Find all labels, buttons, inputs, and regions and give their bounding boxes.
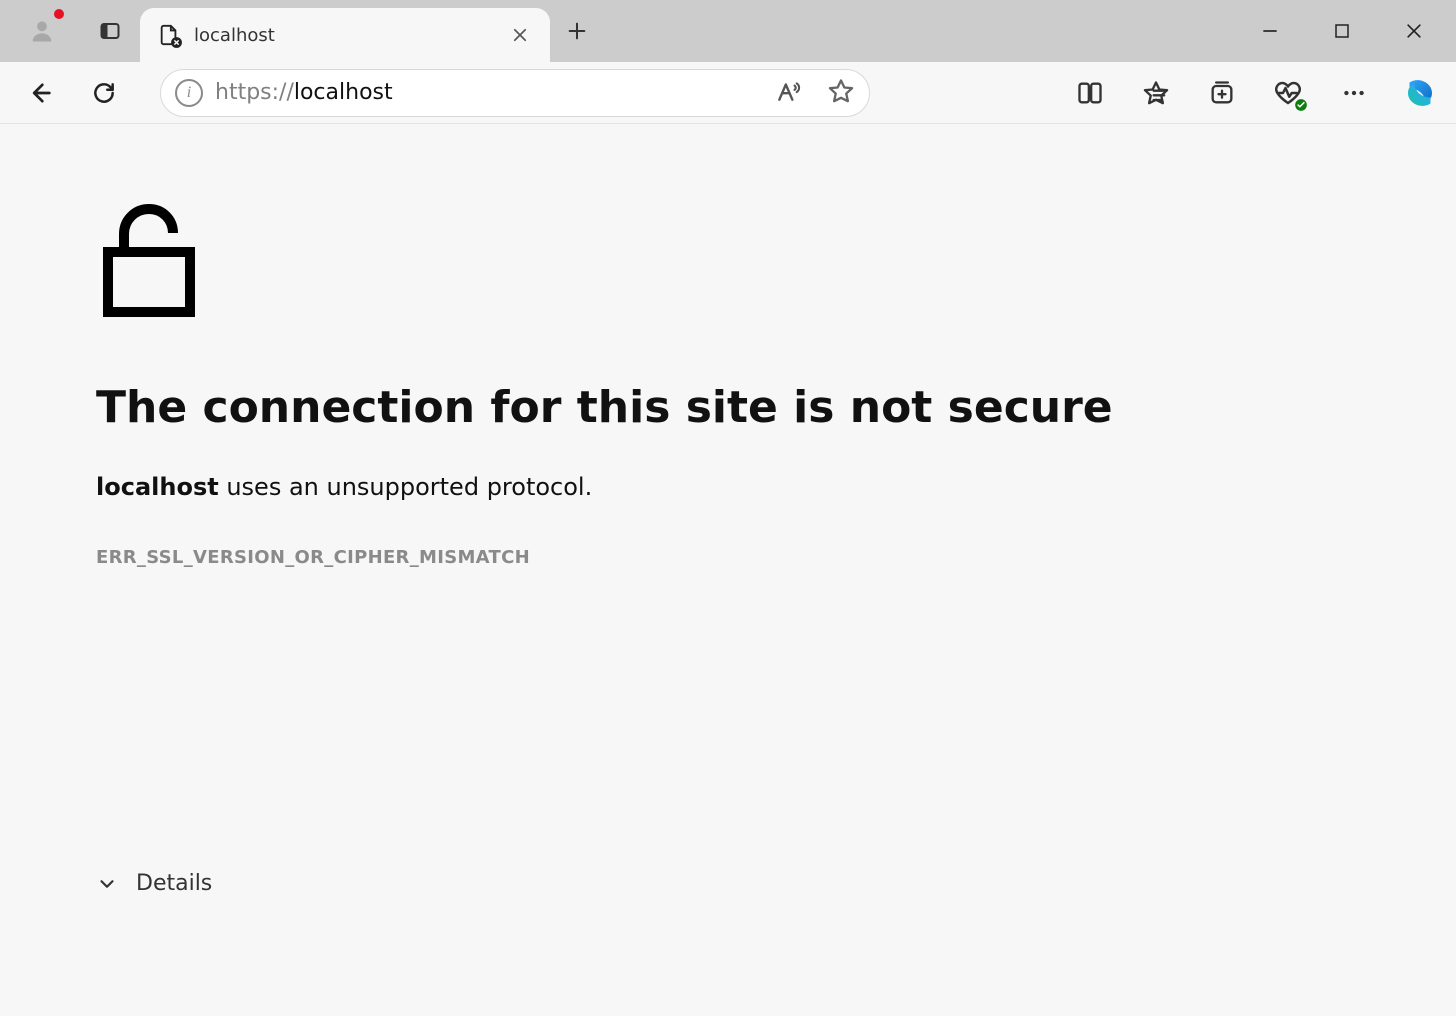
details-label: Details: [136, 871, 212, 896]
error-message-tail: uses an unsupported protocol.: [219, 473, 593, 501]
chevron-down-icon: [96, 873, 118, 895]
favorites-icon: [1142, 79, 1170, 107]
site-info-button[interactable]: i: [175, 79, 203, 107]
error-message: localhost uses an unsupported protocol.: [96, 473, 1456, 501]
profile-button[interactable]: [22, 11, 62, 51]
notification-dot-icon: [54, 9, 64, 19]
window-minimize-button[interactable]: [1234, 0, 1306, 62]
error-code: ERR_SSL_VERSION_OR_CIPHER_MISMATCH: [96, 547, 1456, 568]
settings-menu-button[interactable]: [1336, 75, 1372, 111]
ssl-error-page: The connection for this site is not secu…: [0, 124, 1456, 1016]
tab-actions-icon: [98, 19, 122, 43]
split-screen-button[interactable]: [1072, 75, 1108, 111]
new-tab-button[interactable]: [550, 0, 604, 62]
open-lock-icon: [96, 194, 206, 324]
maximize-icon: [1333, 22, 1351, 40]
url-host: localhost: [294, 80, 393, 105]
titlebar: localhost: [0, 0, 1456, 62]
collections-button[interactable]: [1204, 75, 1240, 111]
details-toggle[interactable]: Details: [96, 871, 212, 896]
read-aloud-icon: [775, 78, 801, 104]
check-badge-icon: [1294, 98, 1308, 112]
window-controls: [1234, 0, 1456, 62]
error-heading: The connection for this site is not secu…: [96, 382, 1456, 433]
person-icon: [28, 17, 56, 45]
toolbar: i https://localhost: [0, 62, 1456, 124]
favorites-button[interactable]: [1138, 75, 1174, 111]
close-icon: [1404, 21, 1424, 41]
browser-essentials-button[interactable]: [1270, 75, 1306, 111]
read-aloud-button[interactable]: [775, 78, 801, 108]
copilot-button[interactable]: [1402, 75, 1438, 111]
refresh-button[interactable]: [74, 69, 134, 117]
collections-icon: [1208, 79, 1236, 107]
address-bar[interactable]: i https://localhost: [160, 69, 870, 117]
tab-actions-button[interactable]: [90, 11, 130, 51]
back-button[interactable]: [10, 69, 70, 117]
close-icon: [511, 26, 529, 44]
url-scheme: https://: [215, 80, 294, 105]
window-close-button[interactable]: [1378, 0, 1450, 62]
refresh-icon: [91, 80, 117, 106]
add-favorite-button[interactable]: [827, 77, 855, 109]
copilot-icon: [1402, 75, 1438, 111]
tab-close-button[interactable]: [508, 23, 532, 47]
url-display: https://localhost: [215, 80, 763, 105]
tab-localhost[interactable]: localhost: [140, 8, 550, 62]
star-icon: [827, 77, 855, 105]
tab-title: localhost: [194, 25, 494, 46]
more-icon: [1341, 80, 1367, 106]
split-screen-icon: [1076, 79, 1104, 107]
minimize-icon: [1260, 21, 1280, 41]
window-maximize-button[interactable]: [1306, 0, 1378, 62]
error-host: localhost: [96, 473, 219, 501]
arrow-left-icon: [26, 79, 54, 107]
tab-favicon-error-icon: [158, 24, 180, 46]
plus-icon: [566, 20, 588, 42]
